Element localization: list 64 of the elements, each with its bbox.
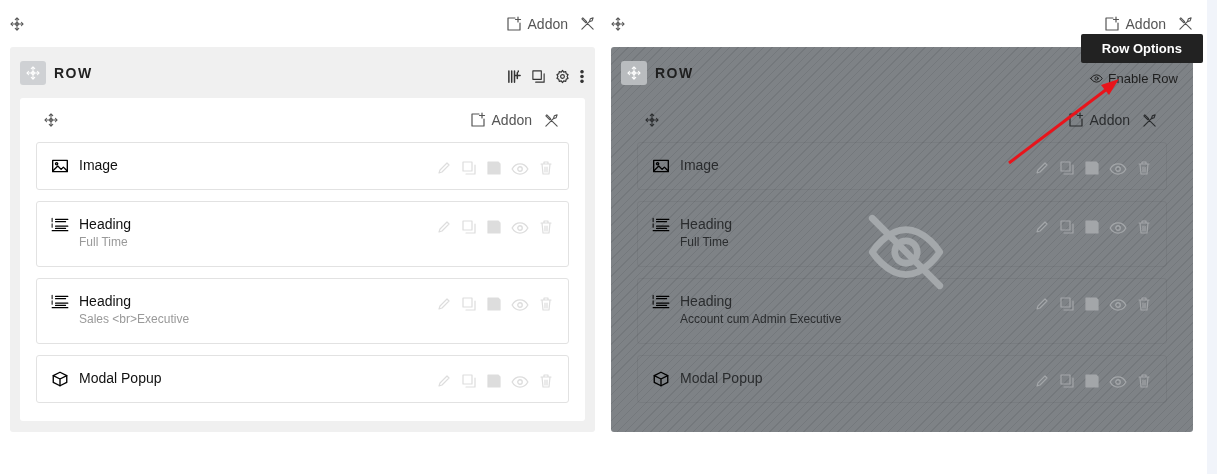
- edit-icon[interactable]: [436, 296, 452, 312]
- move-icon: [627, 65, 641, 80]
- settings-icon[interactable]: [555, 69, 570, 84]
- add-page-icon: [1103, 15, 1120, 32]
- duplicate-icon[interactable]: [461, 296, 477, 312]
- addon-subtitle: Sales <br>Executive: [79, 312, 190, 326]
- move-icon[interactable]: [10, 16, 24, 31]
- edit-icon[interactable]: [436, 160, 452, 176]
- eye-icon: [1089, 72, 1103, 85]
- add-columns-icon[interactable]: [507, 69, 522, 84]
- heading-icon: [652, 216, 670, 234]
- eye-icon[interactable]: [511, 373, 529, 391]
- add-page-icon: [1067, 112, 1084, 128]
- delete-icon[interactable]: [538, 219, 554, 235]
- tooltip: Row Options: [1080, 34, 1203, 63]
- tools-button[interactable]: [544, 112, 559, 128]
- addon-item[interactable]: Heading Full Time: [36, 201, 569, 267]
- more-icon[interactable]: [579, 69, 585, 84]
- addon-subtitle: Account cum Admin Executive: [680, 312, 842, 326]
- edit-icon[interactable]: [436, 373, 452, 389]
- edit-icon[interactable]: [436, 219, 452, 235]
- move-icon[interactable]: [611, 16, 625, 31]
- row-title: ROW: [54, 64, 93, 81]
- addon-button[interactable]: Addon: [505, 15, 568, 32]
- addon-title: Modal Popup: [680, 370, 763, 386]
- tools-button[interactable]: [1178, 16, 1193, 31]
- addon-subtitle: Full Time: [79, 235, 129, 249]
- add-page-icon: [505, 15, 522, 32]
- delete-icon[interactable]: [538, 160, 554, 176]
- addon-title: Heading: [79, 216, 132, 232]
- add-page-icon: [469, 112, 486, 128]
- image-icon: [652, 157, 670, 175]
- eye-icon[interactable]: [511, 296, 529, 314]
- copy-icon[interactable]: [531, 69, 546, 84]
- addon-item[interactable]: Image: [36, 142, 569, 190]
- addon-title: Heading: [680, 293, 734, 309]
- duplicate-icon[interactable]: [461, 373, 477, 389]
- eye-icon[interactable]: [511, 160, 529, 178]
- duplicate-icon[interactable]: [461, 160, 477, 176]
- delete-icon[interactable]: [538, 373, 554, 389]
- addon-item[interactable]: Heading Sales <br>Executive: [36, 278, 569, 344]
- addon-subtitle: Full Time: [680, 235, 730, 249]
- addon-title: Image: [680, 157, 719, 173]
- row-drag-handle[interactable]: [20, 60, 46, 85]
- tools-button[interactable]: [580, 16, 595, 31]
- delete-icon[interactable]: [538, 296, 554, 312]
- image-icon: [51, 157, 69, 175]
- heading-icon: [652, 293, 670, 311]
- addon-item[interactable]: Modal Popup: [36, 355, 569, 403]
- move-icon[interactable]: [44, 113, 58, 127]
- heading-icon: [51, 293, 69, 311]
- addon-button[interactable]: Addon: [469, 112, 532, 128]
- move-icon: [26, 65, 40, 80]
- cube-icon: [51, 370, 69, 388]
- addon-title: Heading: [79, 293, 133, 309]
- heading-icon: [51, 216, 69, 234]
- eye-icon[interactable]: [511, 219, 529, 237]
- addon-title: Heading: [680, 216, 733, 232]
- addon-title: Modal Popup: [79, 370, 162, 386]
- cube-icon: [652, 370, 670, 388]
- addon-button[interactable]: Addon: [1103, 15, 1166, 32]
- row-title: ROW: [655, 64, 694, 81]
- duplicate-icon[interactable]: [461, 219, 477, 235]
- addon-title: Image: [79, 157, 118, 173]
